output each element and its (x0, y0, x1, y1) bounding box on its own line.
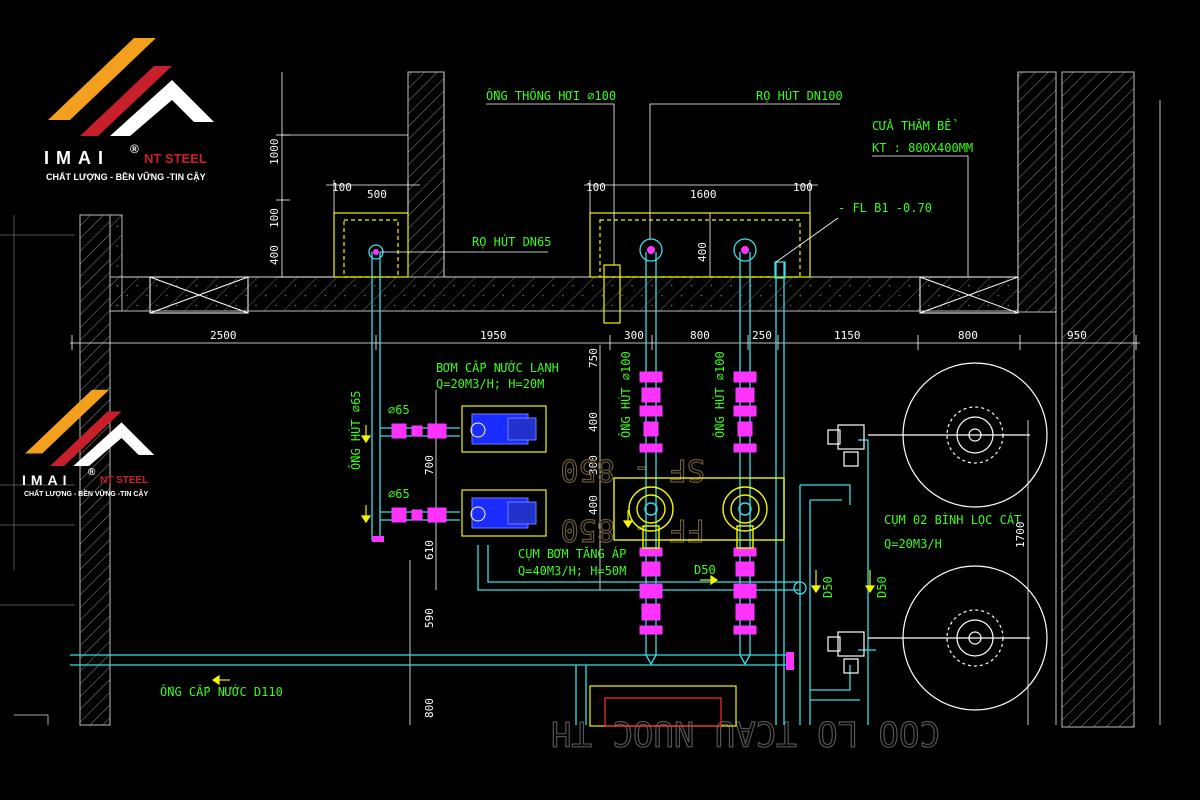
pipe-ends (645, 654, 751, 666)
faded-label: FF - 850 (561, 512, 706, 547)
dim-text: 400 (268, 245, 281, 265)
dim-text: 100 (332, 181, 352, 194)
label-floor-level: - FL B1 -0.70 (838, 201, 932, 215)
dim-text: 100 (793, 181, 813, 194)
label-suction-dn100: RỌ HÚT DN100 (756, 88, 843, 103)
label-tank-door-size: KT : 800X400MM (872, 141, 973, 155)
dim-text: 610 (423, 540, 436, 560)
label-booster-spec: Q=40M3/H; H=50M (518, 564, 626, 578)
dim-text: 1950 (480, 329, 507, 342)
faded-label: SF - 850 (561, 452, 706, 487)
cold-water-pumps (461, 405, 547, 537)
logo-registered: ® (130, 142, 139, 156)
wall-tank-bottom-slab (109, 276, 1019, 312)
label-suction-100-b: ỐNG HÚT ∅100 (712, 351, 727, 438)
label-booster-pump: CỤM BƠM TĂNG ÁP (518, 546, 626, 561)
dim-text: 800 (958, 329, 978, 342)
dim-text: 100 (268, 208, 281, 228)
wall-tank-right (1017, 71, 1057, 313)
dim-text: 300 (624, 329, 644, 342)
faded-text: SF - 850 FF - 850 (560, 451, 706, 547)
dim-text: 800 (690, 329, 710, 342)
dim-text: 950 (1067, 329, 1087, 342)
wall-right-column (1061, 71, 1135, 728)
logo-name: IMAI (22, 472, 72, 488)
label-phi65-top: ∅65 (388, 403, 410, 417)
dim-text: 700 (423, 455, 436, 475)
dim-text: 250 (752, 329, 772, 342)
logo-mark-icon (48, 38, 214, 136)
label-d50-v-a: D50 (821, 576, 835, 598)
dim-text: 590 (423, 608, 436, 628)
logo-suffix: NT STEEL (100, 475, 149, 486)
label-suction-dn65: RỌ HÚT DN65 (472, 234, 551, 249)
dim-text: 1600 (690, 188, 717, 201)
booster-pump-b (722, 486, 768, 532)
label-cold-pump-spec: Q=20M3/H; H=20M (436, 377, 544, 391)
dim-text: 400 (696, 242, 709, 262)
dim-text: 800 (423, 698, 436, 718)
valves-left (391, 423, 447, 523)
label-suction-100-a: ỐNG HÚT ∅100 (618, 351, 633, 438)
label-cold-pump: BƠM CẤP NƯỚC LẠNH (436, 360, 559, 375)
label-supply-pipe: ỐNG CẤP NƯỚC D110 (160, 684, 283, 699)
logo-name: IMAI (44, 148, 110, 168)
label-sand-filter-spec: Q=20M3/H (884, 537, 942, 551)
label-suction-65: ỐNG HÚT ∅65 (348, 391, 363, 470)
dim-text: 500 (367, 188, 387, 201)
logo-tagline: CHẤT LƯỢNG - BỀN VỮNG -TIN CẬY (24, 491, 149, 498)
label-d50-v-b: D50 (875, 576, 889, 598)
dim-text: 1000 (268, 139, 281, 166)
dim-text: 100 (586, 181, 606, 194)
logo-registered: ® (88, 467, 96, 478)
valves-booster (639, 371, 757, 635)
wall-tank-upper-left (407, 71, 445, 278)
dim-text: 750 (587, 348, 600, 368)
dim-text: 1150 (834, 329, 861, 342)
label-tank-door: CỬA THĂM BỂ (872, 118, 956, 133)
sump-left (333, 212, 409, 278)
labels: ỐNG THÔNG HƠI ∅100 RỌ HÚT DN100 CỬA THĂM… (160, 88, 1021, 699)
label-vent-pipe: ỐNG THÔNG HƠI ∅100 (486, 88, 616, 103)
logo-suffix: NT STEEL (144, 151, 207, 166)
dim-text: 400 (587, 412, 600, 432)
logo-tagline: CHẤT LƯỢNG - BỀN VỮNG -TIN CẬY (46, 172, 206, 182)
label-d50-h: D50 (694, 563, 716, 577)
dim-text: 2500 (210, 329, 237, 342)
label-sand-filter: CỤM 02 BÌNH LỌC CÁT (884, 512, 1021, 527)
faded-bottom-text: COO LO TCAU NUOC TH (551, 713, 940, 753)
brand-logo-top: IMAI ® NT STEEL CHẤT LƯỢNG - BỀN VỮNG -T… (44, 36, 244, 186)
logo-mark-icon (25, 389, 155, 466)
label-phi65-bottom: ∅65 (388, 487, 410, 501)
brand-logo-middle: IMAI ® NT STEEL CHẤT LƯỢNG - BỀN VỮNG -T… (22, 388, 192, 508)
